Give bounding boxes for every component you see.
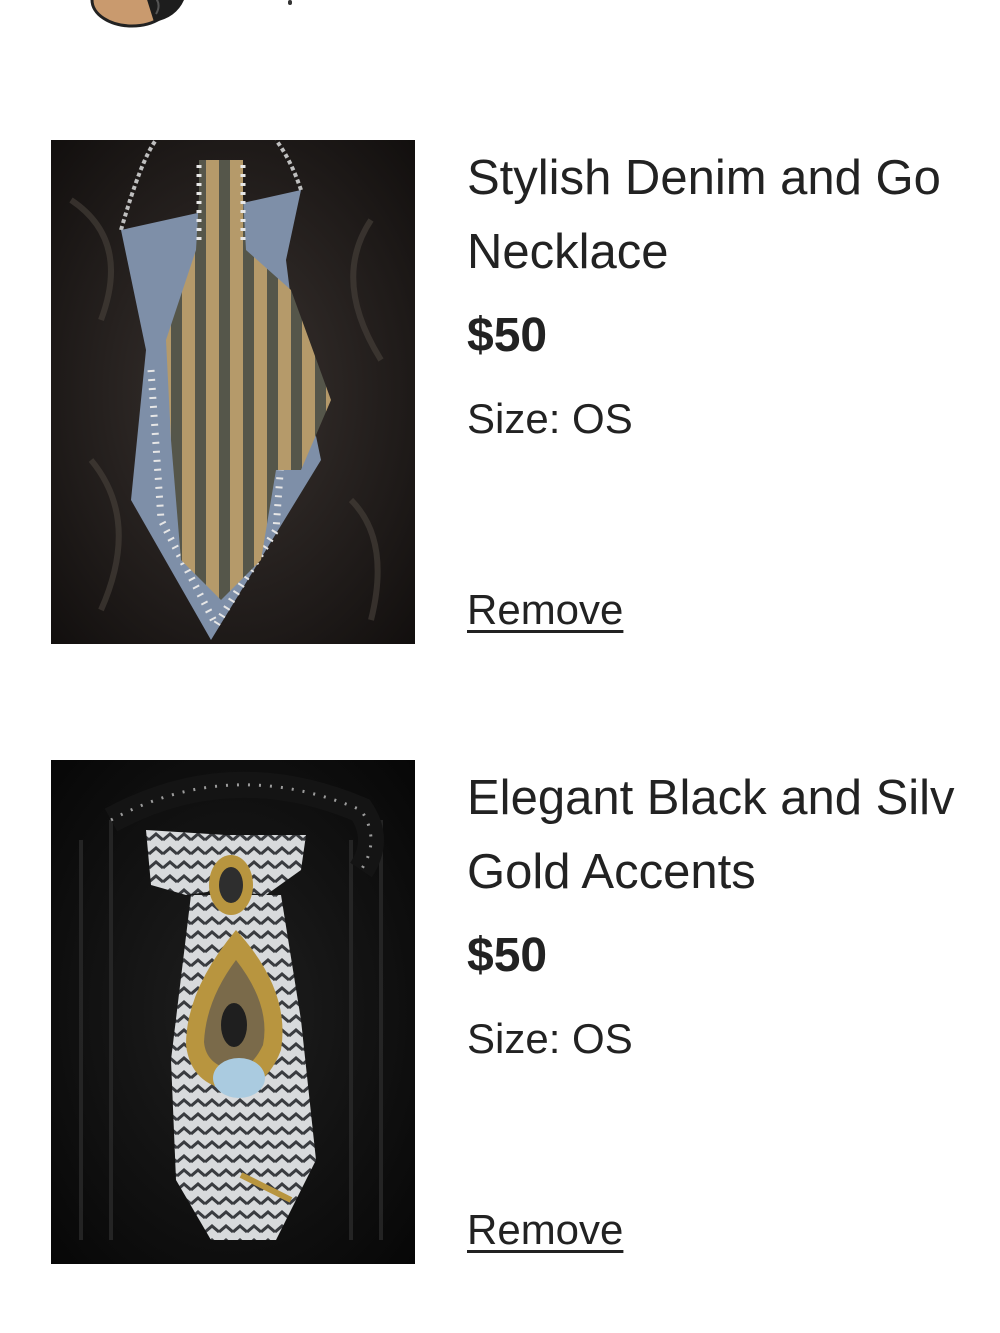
cart-item: Stylish Denim and Go Necklace $50 Size: … [0, 140, 1000, 645]
separator-dot [288, 0, 292, 5]
item-info: Elegant Black and Silv Gold Accents $50 … [467, 760, 1000, 1064]
product-image[interactable] [51, 760, 415, 1264]
remove-link[interactable]: Remove [467, 1205, 623, 1255]
item-title-line-1[interactable]: Stylish Denim and Go [467, 142, 1000, 214]
item-title-line-1[interactable]: Elegant Black and Silv [467, 762, 1000, 834]
item-size: Size: OS [467, 395, 633, 442]
item-title-line-2[interactable]: Gold Accents [467, 836, 1000, 908]
item-size: Size: OS [467, 1015, 633, 1062]
avatar-icon [84, 0, 194, 28]
item-title-line-2[interactable]: Necklace [467, 216, 1000, 288]
item-info: Stylish Denim and Go Necklace $50 Size: … [467, 140, 1000, 444]
product-image[interactable] [51, 140, 415, 644]
cart-page: Stylish Denim and Go Necklace $50 Size: … [0, 0, 1000, 1333]
item-price: $50 [467, 309, 548, 362]
cart-item: Elegant Black and Silv Gold Accents $50 … [0, 760, 1000, 1265]
item-price: $50 [467, 929, 548, 982]
remove-link[interactable]: Remove [467, 585, 623, 635]
